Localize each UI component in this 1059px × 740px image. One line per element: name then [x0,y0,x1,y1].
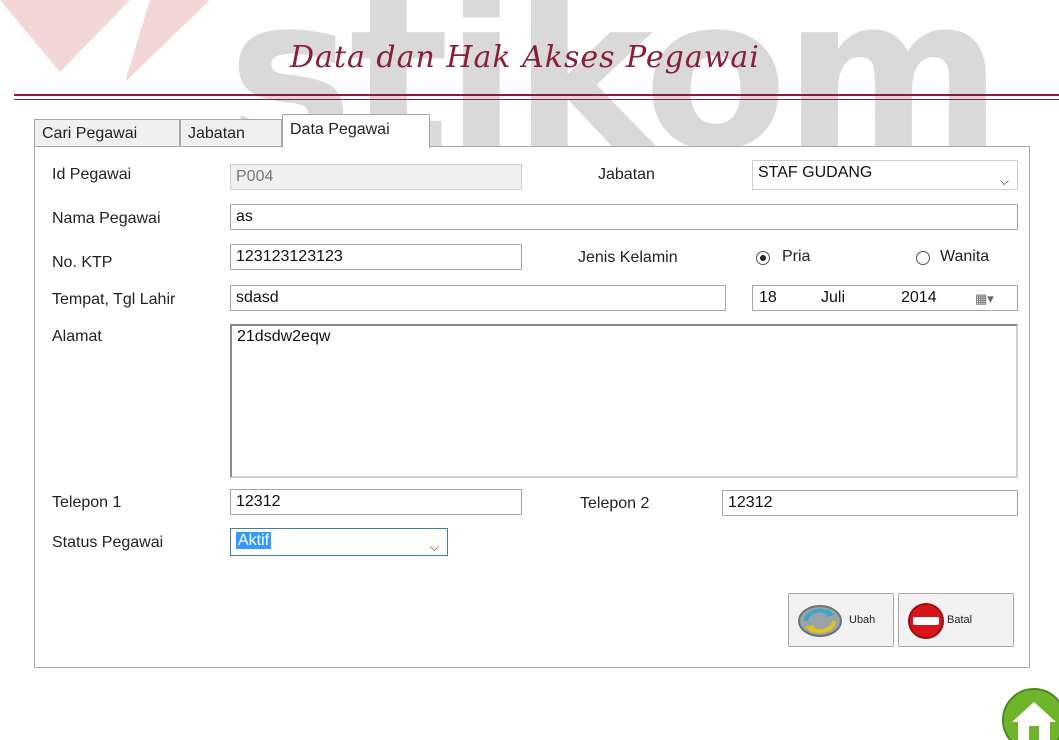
radio-wanita[interactable] [916,251,930,265]
status-pegawai-label: Status Pegawai [52,534,164,551]
chevron-down-icon: ⌵ [999,174,1009,188]
telepon-1-label: Telepon 1 [52,494,122,511]
telepon-2-field[interactable]: 12312 [722,490,1018,516]
batal-button-label: Batal [947,614,973,626]
jabatan-select[interactable]: STAF GUDANG ⌵ [752,160,1018,190]
radio-wanita-label[interactable]: Wanita [940,248,989,266]
alamat-label: Alamat [52,328,102,345]
date-year: 2014 [901,289,937,306]
tempat-tgl-lahir-label: Tempat, Tgl Lahir [52,291,176,308]
ubah-button[interactable]: Ubah [788,593,894,647]
radio-pria[interactable] [756,251,770,265]
date-month: Juli [821,289,846,306]
ubah-button-label: Ubah [849,614,876,626]
title-divider [14,94,1059,96]
id-pegawai-field: P004 [230,164,522,190]
chevron-down-icon: ⌵ [429,540,439,554]
jabatan-label: Jabatan [598,166,655,183]
nama-pegawai-label: Nama Pegawai [52,210,161,227]
telepon-1-field[interactable]: 12312 [230,489,522,515]
tempat-lahir-field[interactable]: sdasd [230,285,726,311]
nama-pegawai-field[interactable]: as [230,204,1018,230]
date-day: 18 [759,289,777,306]
radio-pria-label[interactable]: Pria [782,248,810,266]
page-title: Data dan Hak Akses Pegawai [290,40,760,75]
jenis-kelamin-label: Jenis Kelamin [578,249,678,266]
status-pegawai-value: Aktif [236,532,272,549]
refresh-icon [798,605,842,637]
home-icon[interactable] [1000,686,1059,740]
status-pegawai-select[interactable]: Aktif ⌵ [230,528,448,556]
jabatan-select-value: STAF GUDANG [758,164,873,181]
no-ktp-field[interactable]: 123123123123 [230,244,522,270]
tab-cari-pegawai[interactable]: Cari Pegawai [34,119,180,147]
tanggal-lahir-picker[interactable]: 18 Juli 2014 ▦▾ [752,285,1018,311]
batal-button[interactable]: Batal [898,593,1014,647]
cancel-icon [908,603,944,639]
calendar-dropdown-icon[interactable]: ▦▾ [975,287,994,311]
id-pegawai-label: Id Pegawai [52,166,132,183]
alamat-textarea[interactable]: 21dsdw2eqw [230,324,1018,478]
telepon-2-label: Telepon 2 [580,495,650,512]
tab-jabatan[interactable]: Jabatan [180,119,282,147]
no-ktp-label: No. KTP [52,254,113,271]
tab-data-pegawai[interactable]: Data Pegawai [282,114,430,148]
title-divider-lower [14,99,1059,100]
